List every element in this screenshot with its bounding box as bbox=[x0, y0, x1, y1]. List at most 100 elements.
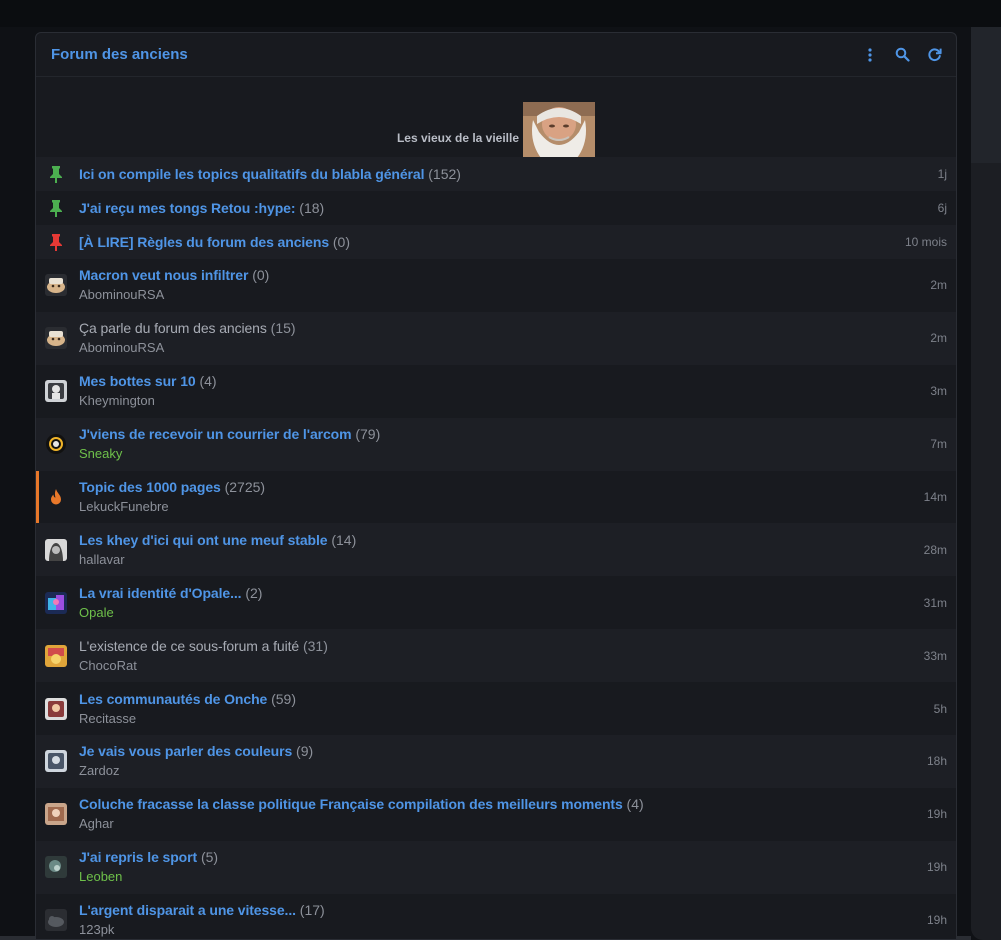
reply-count: (4) bbox=[199, 373, 217, 390]
pin-icon bbox=[44, 230, 68, 254]
topic-row[interactable]: J'ai repris le sport (5) Leoben 19h bbox=[36, 840, 956, 894]
avatar bbox=[44, 538, 68, 562]
topic-row[interactable]: L'argent disparait a une vitesse... (17)… bbox=[36, 893, 956, 939]
avatar bbox=[44, 802, 68, 826]
topic-list: Ici on compile les topics qualitatifs du… bbox=[36, 157, 956, 939]
topic-time: 2m bbox=[930, 278, 947, 293]
topic-title[interactable]: Coluche fracasse la classe politique Fra… bbox=[79, 796, 623, 812]
reply-count: (14) bbox=[331, 531, 357, 548]
search-icon[interactable] bbox=[894, 47, 910, 63]
reply-count: (4) bbox=[626, 796, 644, 813]
topic-author[interactable]: AbominouRSA bbox=[79, 339, 920, 357]
topic-row-hot[interactable]: Topic des 1000 pages (2725) LekuckFunebre… bbox=[36, 470, 956, 524]
pin-icon bbox=[44, 196, 68, 220]
reply-count: (0) bbox=[252, 267, 270, 284]
topic-title[interactable]: Ici on compile les topics qualitatifs du… bbox=[79, 166, 424, 182]
avatar bbox=[44, 697, 68, 721]
pinned-topic-row[interactable]: Ici on compile les topics qualitatifs du… bbox=[36, 157, 956, 191]
avatar bbox=[44, 379, 68, 403]
topic-row[interactable]: Coluche fracasse la classe politique Fra… bbox=[36, 787, 956, 841]
reply-count: (5) bbox=[200, 849, 219, 866]
topic-row[interactable]: Ça parle du forum des anciens (15) Abomin… bbox=[36, 311, 956, 365]
topic-title[interactable]: Macron veut nous infiltrer bbox=[79, 267, 248, 283]
topic-time: 3m bbox=[930, 384, 947, 399]
forum-panel: Forum des anciens Les vieux de la vieill… bbox=[35, 32, 957, 940]
topic-row[interactable]: Les khey d'ici qui ont une meuf stable (… bbox=[36, 523, 956, 577]
avatar bbox=[44, 644, 68, 668]
topic-row[interactable]: Je vais vous parler des couleurs (9) Zard… bbox=[36, 735, 956, 788]
right-side-panel bbox=[971, 27, 1001, 940]
topic-author[interactable]: Zardoz bbox=[79, 762, 917, 780]
topic-author[interactable]: Sneaky bbox=[79, 445, 920, 463]
topic-author[interactable]: Kheymington bbox=[79, 392, 920, 410]
topic-row[interactable]: L'existence de ce sous-forum a fuité (31… bbox=[36, 629, 956, 683]
reply-count: (0) bbox=[332, 234, 351, 250]
pinned-topic-row[interactable]: [À LIRE] Règles du forum des anciens (0)… bbox=[36, 225, 956, 259]
banner-image bbox=[523, 102, 596, 158]
topic-author[interactable]: Opale bbox=[79, 604, 914, 622]
avatar bbox=[44, 855, 68, 879]
reply-count: (18) bbox=[299, 200, 325, 216]
topic-title[interactable]: Les communautés de Onche bbox=[79, 691, 267, 707]
topic-title[interactable]: Topic des 1000 pages bbox=[79, 479, 221, 495]
topic-time: 14m bbox=[923, 490, 947, 504]
forum-title[interactable]: Forum des anciens bbox=[51, 46, 188, 63]
topic-title[interactable]: Je vais vous parler des couleurs bbox=[79, 743, 292, 759]
topic-time: 7m bbox=[930, 437, 947, 452]
avatar bbox=[44, 749, 68, 773]
topic-title[interactable]: Mes bottes sur 10 bbox=[79, 373, 196, 389]
topic-time: 19h bbox=[926, 913, 947, 928]
topic-time: 5h bbox=[933, 701, 947, 716]
avatar bbox=[44, 908, 68, 932]
topic-title[interactable]: L'argent disparait a une vitesse... bbox=[79, 902, 296, 918]
reply-count: (2) bbox=[245, 584, 263, 601]
pin-icon bbox=[44, 162, 68, 186]
topic-time: 28m bbox=[923, 542, 947, 557]
topic-title[interactable]: L'existence de ce sous-forum a fuité bbox=[79, 638, 299, 654]
topic-time: 6j bbox=[937, 201, 947, 215]
reply-count: (79) bbox=[355, 426, 381, 443]
refresh-icon[interactable] bbox=[926, 47, 942, 63]
reply-count: (2725) bbox=[224, 479, 266, 495]
avatar bbox=[44, 273, 68, 297]
topic-author[interactable]: Aghar bbox=[79, 815, 917, 833]
topic-title[interactable]: Les khey d'ici qui ont une meuf stable bbox=[79, 532, 328, 548]
topic-time: 18h bbox=[926, 754, 947, 769]
topic-time: 19h bbox=[926, 860, 947, 875]
topic-title[interactable]: J'ai reçu mes tongs Retou :hype: bbox=[79, 200, 296, 216]
topic-author[interactable]: 123pk bbox=[79, 921, 917, 939]
topic-time: 33m bbox=[923, 648, 947, 663]
topic-author[interactable]: AbominouRSA bbox=[79, 286, 920, 304]
topic-title[interactable]: La vrai identité d'Opale... bbox=[79, 585, 242, 601]
topic-author[interactable]: ChocoRat bbox=[79, 657, 914, 675]
reply-count: (15) bbox=[270, 320, 296, 337]
right-panel-header bbox=[971, 27, 1001, 163]
reply-count: (31) bbox=[302, 637, 328, 654]
topic-row[interactable]: Les communautés de Onche (59) Recitasse 5… bbox=[36, 682, 956, 736]
topic-author[interactable]: Recitasse bbox=[79, 710, 924, 728]
topic-row[interactable]: J'viens de recevoir un courrier de l'arc… bbox=[36, 417, 956, 471]
header-actions bbox=[862, 47, 942, 63]
avatar bbox=[44, 591, 68, 615]
topic-title[interactable]: J'ai repris le sport bbox=[79, 849, 197, 865]
reply-count: (59) bbox=[271, 690, 297, 707]
topic-time: 31m bbox=[923, 595, 947, 610]
topic-author[interactable]: hallavar bbox=[79, 551, 914, 569]
topic-time: 1j bbox=[937, 167, 947, 181]
topic-title[interactable]: Ça parle du forum des anciens bbox=[79, 320, 267, 336]
banner-caption: Les vieux de la vieille bbox=[396, 131, 520, 145]
forum-banner: Les vieux de la vieille bbox=[36, 77, 956, 158]
avatar bbox=[44, 326, 68, 350]
topic-row[interactable]: La vrai identité d'Opale... (2) Opale 31m bbox=[36, 576, 956, 630]
topic-author[interactable]: LekuckFunebre bbox=[79, 498, 914, 516]
topic-row[interactable]: Macron veut nous infiltrer (0) AbominouRS… bbox=[36, 259, 956, 312]
topic-title[interactable]: [À LIRE] Règles du forum des anciens bbox=[79, 234, 329, 250]
topic-author[interactable]: Leoben bbox=[79, 868, 917, 886]
topic-row[interactable]: Mes bottes sur 10 (4) Kheymington 3m bbox=[36, 364, 956, 418]
fire-icon bbox=[44, 485, 68, 509]
reply-count: (17) bbox=[299, 902, 325, 919]
topic-title[interactable]: J'viens de recevoir un courrier de l'arc… bbox=[79, 426, 352, 442]
browser-top-bar bbox=[0, 0, 1001, 27]
pinned-topic-row[interactable]: J'ai reçu mes tongs Retou :hype: (18) 6j bbox=[36, 191, 956, 225]
more-vertical-icon[interactable] bbox=[862, 47, 878, 63]
